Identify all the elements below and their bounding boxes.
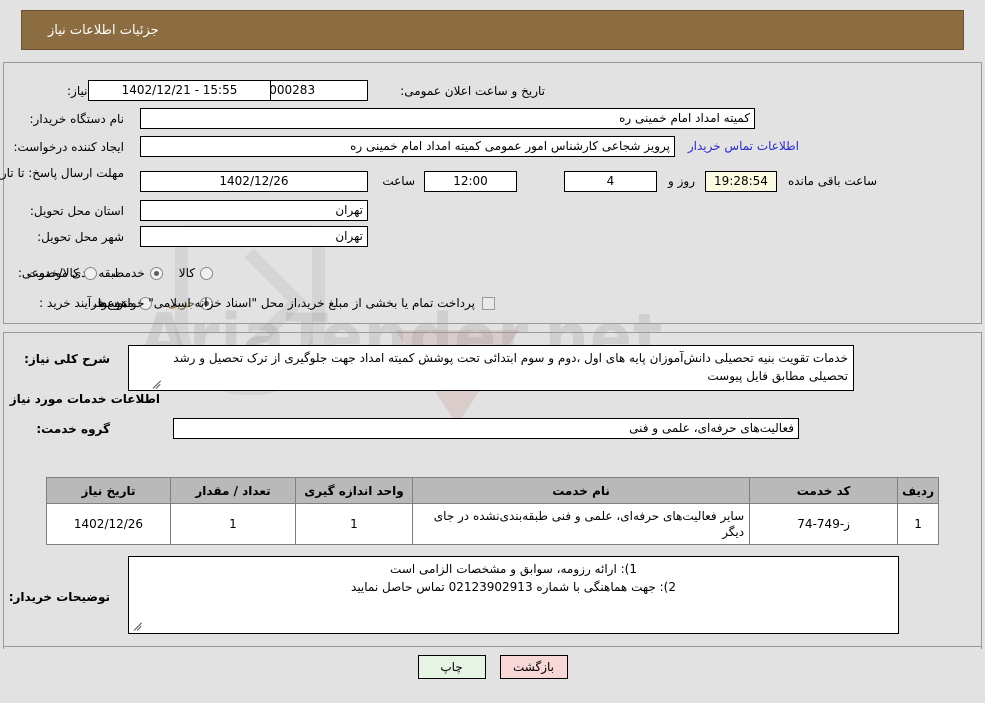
cell-unit: 1: [295, 503, 413, 545]
treasury-checkbox[interactable]: [482, 296, 495, 310]
treasury-note-text: پرداخت تمام یا بخشی از مبلغ خرید،از محل …: [92, 296, 475, 310]
col-unit: واحد اندازه گیری: [295, 477, 413, 504]
requester-label-wrap: ایجاد کننده درخواست:: [13, 136, 124, 158]
service-group-label: گروه خدمت:: [36, 422, 110, 436]
classification-radio-0[interactable]: [200, 266, 213, 280]
description-label: شرح کلی نیاز:: [24, 352, 110, 366]
days-remaining-value[interactable]: 4: [564, 171, 657, 192]
table-row: 1 ز-749-74 سایر فعالیت‌های حرفه‌ای، علمی و…: [46, 503, 939, 545]
requester-value[interactable]: پرویز شجاعی کارشناس امور عمومی کمیته امد…: [140, 136, 675, 157]
classification-radio-group[interactable]: کالا خدمت کالا/خدمت: [13, 262, 215, 284]
buyer-notes-resize-handle[interactable]: [133, 622, 143, 632]
col-code: کد خدمت: [749, 477, 899, 504]
remaining-suffix-label: ساعت باقی مانده: [787, 174, 877, 188]
footer-actions: بازگشت چاپ: [0, 655, 985, 679]
cell-index: 1: [897, 503, 939, 545]
countdown-timer: 19:28:54: [705, 171, 777, 192]
treasury-note-row: پرداخت تمام یا بخشی از مبلغ خرید،از محل …: [92, 292, 495, 314]
requester-label: ایجاد کننده درخواست:: [13, 140, 124, 154]
province-label: استان محل تحویل:: [29, 204, 124, 218]
classification-radio-2[interactable]: [83, 266, 97, 280]
cell-name: سایر فعالیت‌های حرفه‌ای، علمی و فنی طبقه…: [411, 503, 751, 545]
classification-label-0[interactable]: کالا: [179, 266, 195, 280]
description-textarea[interactable]: خدمات تقویت بنیه تحصیلی دانش‌آموزان پایه…: [128, 345, 854, 391]
deadline-time-value[interactable]: 12:00: [424, 171, 517, 192]
classification-label-2[interactable]: کالا/خدمت: [27, 266, 79, 280]
city-value[interactable]: تهران: [140, 226, 368, 247]
classification-radio-1[interactable]: [149, 266, 163, 280]
city-label: شهر محل تحویل:: [37, 230, 124, 244]
cell-quantity: 1: [170, 503, 296, 545]
buyer-notes-label: توضیحات خریدار:: [8, 590, 110, 604]
deadline-date-value[interactable]: 1402/12/26: [140, 171, 368, 192]
province-label-wrap: استان محل تحویل:: [30, 200, 124, 222]
buyer-contact-link[interactable]: اطلاعات تماس خریدار: [688, 139, 799, 153]
buyer-notes-textarea[interactable]: 1): ارائه رزومه، سوابق و مشخصات الزامی ا…: [128, 556, 899, 634]
need-details-page: AriaTender.net جزئیات اطلاعات نیاز شماره…: [0, 0, 985, 703]
back-button[interactable]: بازگشت: [499, 655, 568, 679]
city-label-wrap: شهر محل تحویل:: [37, 226, 124, 248]
buyer-org-label-wrap: نام دستگاه خریدار:: [30, 108, 125, 130]
announce-datetime-value[interactable]: 15:55 - 1402/12/21: [88, 80, 271, 101]
buyer-org-value[interactable]: کمیته امداد امام خمینی ره: [140, 108, 755, 129]
province-value[interactable]: تهران: [140, 200, 368, 221]
service-items-table: ردیف کد خدمت نام خدمت واحد اندازه گیری ت…: [46, 477, 939, 545]
footer-divider: [3, 646, 982, 647]
description-resize-handle[interactable]: [152, 380, 162, 390]
announce-datetime-label-wrap: تاریخ و ساعت اعلان عمومی:: [400, 80, 545, 102]
col-date: تاریخ نیاز: [46, 477, 171, 504]
days-word-label: روز و: [668, 174, 695, 188]
page-title: جزئیات اطلاعات نیاز: [21, 10, 964, 50]
announce-datetime-label: تاریخ و ساعت اعلان عمومی:: [400, 84, 545, 98]
deadline-hour-label: ساعت: [382, 174, 415, 188]
classification-label-1[interactable]: خدمت: [113, 266, 145, 280]
cell-code: ز-749-74: [749, 503, 899, 545]
col-index: ردیف: [897, 477, 939, 504]
print-button[interactable]: چاپ: [417, 655, 486, 679]
col-quantity: تعداد / مقدار: [170, 477, 296, 504]
service-group-value[interactable]: فعالیت‌های حرفه‌ای، علمی و فنی: [173, 418, 799, 439]
services-section-heading: اطلاعات خدمات مورد نیاز: [9, 392, 160, 406]
deadline-label-wrap: مهلت ارسال پاسخ: تا تاریخ:: [0, 165, 124, 201]
col-name: نام خدمت: [411, 477, 751, 504]
table-header-row: ردیف کد خدمت نام خدمت واحد اندازه گیری ت…: [46, 477, 939, 504]
deadline-label: مهلت ارسال پاسخ: تا تاریخ:: [0, 166, 124, 180]
cell-date: 1402/12/26: [46, 503, 171, 545]
buyer-org-label: نام دستگاه خریدار:: [29, 112, 125, 126]
